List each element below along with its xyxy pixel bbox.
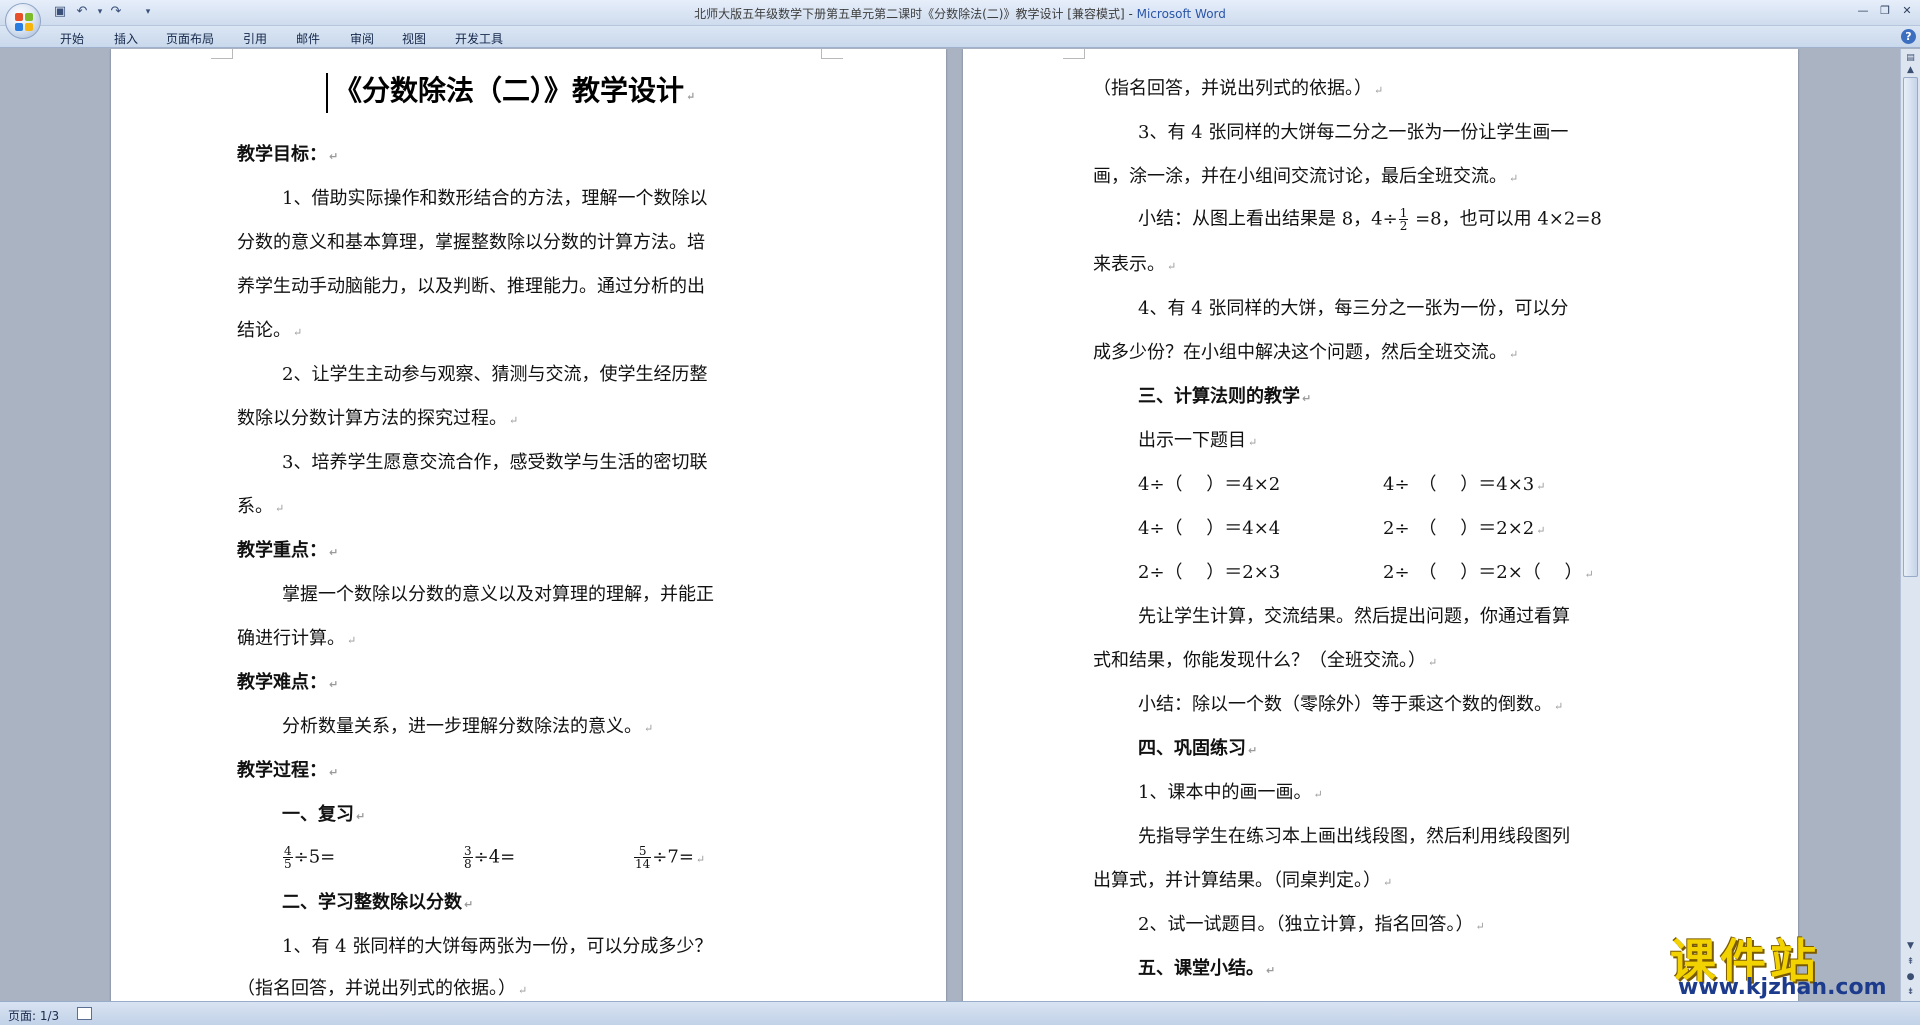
title-bar: ▣ ↶ ▾ ↷ ▾ 北师大版五年级数学下册第五单元第二课时《分数除法(二)》教学… [0,0,1920,26]
tab-review[interactable]: 审阅 [350,30,374,47]
paragraph-line: 1、课本中的画一画。 ↵ [1138,782,1323,803]
section-summary: 五、课堂小结。 ↵ [1138,958,1276,979]
paragraph-line: 结论。 ↵ [237,320,303,341]
window-title: 北师大版五年级数学下册第五单元第二课时《分数除法(二)》教学设计 [兼容模式] … [694,7,1226,21]
minimize-icon[interactable]: — [1852,3,1874,19]
document-page-1[interactable]: 《分数除法（二）》教学设计 ↵ 教学目标： ↵ 1、借助实际操作和数形结合的方法，理… [111,49,946,1001]
document-workspace: 《分数除法（二）》教学设计 ↵ 教学目标： ↵ 1、借助实际操作和数形结合的方法，理… [0,49,1900,1001]
status-bar: 页面: 1/3 [0,1001,1920,1025]
page-count[interactable]: 页面: 1/3 [8,1007,59,1024]
scroll-down-icon[interactable]: ▼ [1903,939,1918,954]
review-expression-2: 3 8 ÷4= [463,844,516,871]
paragraph-line: 1、借助实际操作和数形结合的方法，理解一个数除以 [282,188,708,209]
paragraph-line: 2、让学生主动参与观察、猜测与交流，使学生经历整 [282,364,708,385]
review-expression-1: 4 5 ÷5= [283,844,336,871]
tab-page-layout[interactable]: 页面布局 [166,30,214,47]
scroll-up-icon[interactable]: ▲ [1903,63,1918,78]
watermark-url: www.kjzhan.com [1678,975,1887,1000]
text-cursor [326,72,328,113]
heading-key-points: 教学重点： ↵ [237,540,339,561]
paragraph-line: 养学生动手动脑能力，以及判断、推理能力。通过分析的出 [237,276,705,297]
equation-3a: 2÷（ ）＝2×3 [1138,562,1281,583]
equation-2b: 2÷ （ ）＝2×2 ↵ [1383,518,1546,539]
document-title: 《分数除法（二）》教学设计 ↵ [326,69,695,113]
paragraph-line: 画，涂一涂，并在小组间交流讨论，最后全班交流。 ↵ [1093,166,1519,187]
document-page-2[interactable]: （指名回答，并说出列式的依据。） ↵ 3、有 4 张同样的大饼每二分之一张为一份让… [963,49,1798,1001]
paragraph-line: 1、有 4 张同样的大饼每两张为一份，可以分成多少？ [282,936,713,957]
tab-view[interactable]: 视图 [402,30,426,47]
equation-1a: 4÷（ ）＝4×2 [1138,474,1281,495]
tab-home[interactable]: 开始 [60,30,84,47]
browse-object-icon[interactable]: ● [1903,970,1918,985]
crop-mark [211,49,233,59]
paragraph-line: 分数的意义和基本算理，掌握整数除以分数的计算方法。培 [237,232,705,253]
review-expression-3: 5 14 ÷7= ↵ [634,844,706,871]
tab-references[interactable]: 引用 [243,30,267,47]
paragraph-line: 先让学生计算，交流结果。然后提出问题，你通过看算 [1138,606,1570,627]
section-practice: 四、巩固练习 ↵ [1138,738,1258,759]
paragraph-line: 先指导学生在练习本上画出线段图，然后利用线段图列 [1138,826,1570,847]
paragraph-line: 2、试一试题目。（独立计算，指名回答。） ↵ [1138,914,1485,935]
crop-mark [821,49,843,59]
paragraph-line: 数除以分数计算方法的探究过程。 ↵ [237,408,519,429]
tab-insert[interactable]: 插入 [114,30,138,47]
restore-icon[interactable]: ❐ [1874,3,1896,19]
paragraph-line: 掌握一个数除以分数的意义以及对算理的理解，并能正 [282,584,714,605]
paragraph-line: 出示一下题目 ↵ [1138,430,1258,451]
previous-page-icon[interactable]: ⇞ [1903,955,1918,970]
tab-developer[interactable]: 开发工具 [455,30,503,47]
heading-difficulties: 教学难点： ↵ [237,672,339,693]
summary-line: 小结：从图上看出结果是 8，4÷ 1 2 =8，也可以用 4×2=8 [1138,206,1602,233]
paragraph-line: 3、培养学生愿意交流合作，感受数学与生活的密切联 [282,452,708,473]
next-page-icon[interactable]: ⇟ [1903,985,1918,1000]
office-button[interactable] [5,3,41,39]
office-logo-icon [15,13,33,31]
paragraph-line: 分析数量关系，进一步理解分数除法的意义。 ↵ [282,716,654,737]
equation-1b: 4÷ （ ）＝4×3 ↵ [1383,474,1546,495]
heading-objectives: 教学目标： ↵ [237,144,339,165]
help-icon[interactable]: ? [1901,29,1916,44]
paragraph-line: 出算式，并计算结果。（同桌判定。） ↵ [1093,870,1393,891]
paragraph-line: 成多少份？在小组中解决这个问题，然后全班交流。 ↵ [1093,342,1519,363]
paragraph-line: 小结：除以一个数（零除外）等于乘这个数的倒数。 ↵ [1138,694,1564,715]
paragraph-line: （指名回答，并说出列式的依据。） ↵ [237,978,528,999]
paragraph-line: 4、有 4 张同样的大饼，每三分之一张为一份，可以分 [1138,298,1569,319]
proofing-status-icon[interactable] [77,1007,92,1020]
equation-2a: 4÷（ ）＝4×4 [1138,518,1281,539]
close-icon[interactable]: ✕ [1896,3,1918,19]
paragraph-line: 3、有 4 张同样的大饼每二分之一张为一份让学生画一 [1138,122,1569,143]
vertical-scrollbar[interactable]: ▤ ▲ ▼ ⇞ ● ⇟ [1900,49,1920,1001]
crop-mark [1063,49,1085,59]
paragraph-line: 来表示。 ↵ [1093,254,1177,275]
tab-mailings[interactable]: 邮件 [296,30,320,47]
paragraph-line: 确进行计算。 ↵ [237,628,357,649]
ribbon-tabs: 开始 插入 页面布局 引用 邮件 审阅 视图 开发工具 ? [0,26,1920,48]
heading-process: 教学过程： ↵ [237,760,339,781]
equation-3b: 2÷ （ ）＝2×（ ） ↵ [1383,562,1594,583]
paragraph-line: 式和结果，你能发现什么？（全班交流。） ↵ [1093,650,1438,671]
scroll-thumb[interactable] [1903,77,1918,577]
paragraph-line: （指名回答，并说出列式的依据。） ↵ [1093,78,1384,99]
section-integer-divide-fraction: 二、学习整数除以分数 ↵ [282,892,474,913]
watermark-logo: 课件站 www.kjzhan.com [1670,925,1900,1001]
section-review: 一、复习 ↵ [282,804,366,825]
section-calculation-rule: 三、计算法则的教学 ↵ [1138,386,1312,407]
paragraph-line: 系。 ↵ [237,496,285,517]
